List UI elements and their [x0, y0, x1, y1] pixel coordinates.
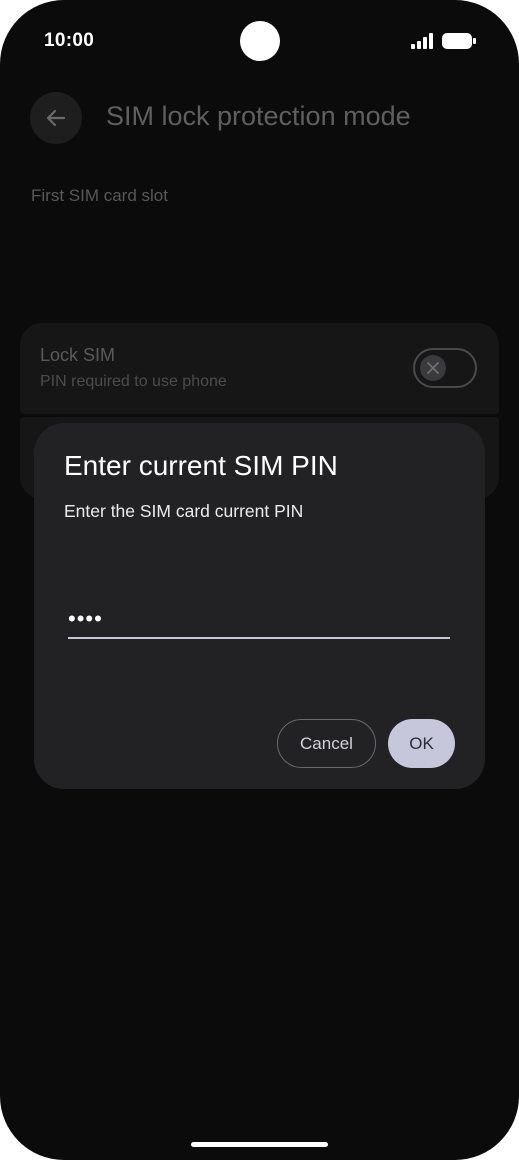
lock-sim-toggle[interactable] — [413, 348, 477, 388]
toggle-knob — [420, 355, 446, 381]
status-time: 10:00 — [44, 30, 95, 51]
home-indicator[interactable] — [191, 1142, 328, 1147]
phone-screen: 10:00 SIM lock protection mode First SIM… — [0, 0, 519, 1160]
status-bar: 10:00 — [0, 0, 519, 84]
back-button[interactable] — [30, 92, 82, 144]
dialog-message: Enter the SIM card current PIN — [64, 501, 304, 521]
dialog-title: Enter current SIM PIN — [64, 450, 338, 481]
page-title: SIM lock protection mode — [106, 101, 411, 131]
close-icon — [427, 362, 439, 374]
lock-sim-subtitle: PIN required to use phone — [40, 373, 227, 390]
front-camera-cutout — [240, 21, 280, 61]
lock-sim-setting[interactable]: Lock SIM PIN required to use phone — [20, 323, 499, 414]
signal-icon — [411, 33, 433, 49]
battery-icon — [442, 33, 476, 49]
pin-input[interactable] — [68, 601, 450, 639]
enter-pin-dialog: Enter current SIM PIN Enter the SIM card… — [34, 423, 485, 789]
arrow-left-icon — [46, 109, 66, 127]
lock-sim-title: Lock SIM — [40, 345, 116, 365]
section-label: First SIM card slot — [31, 186, 168, 205]
cancel-button[interactable]: Cancel — [277, 719, 376, 768]
ok-button[interactable]: OK — [388, 719, 455, 768]
